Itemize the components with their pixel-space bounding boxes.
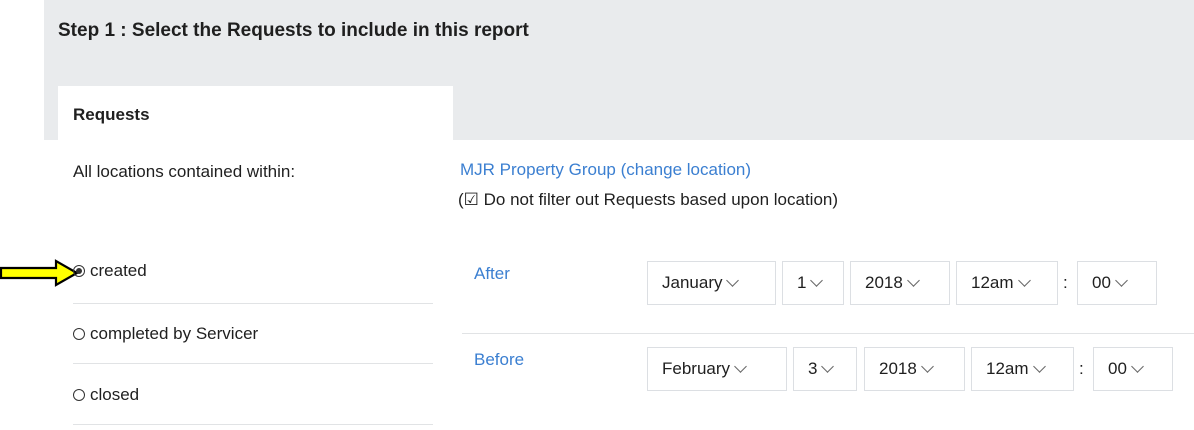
after-day-value: 1 — [797, 273, 807, 292]
after-minute-value: 00 — [1092, 273, 1111, 292]
after-month-value: January — [662, 273, 723, 292]
requests-heading: Requests — [73, 105, 150, 124]
chevron-down-icon — [734, 360, 747, 373]
chevron-down-icon — [726, 274, 740, 287]
radio-unselected-icon[interactable] — [73, 389, 85, 401]
before-label: Before — [474, 350, 525, 369]
time-separator: : — [1079, 359, 1084, 378]
after-label: After — [474, 264, 510, 283]
location-filter-note: (☑ Do not filter out Requests based upon… — [458, 190, 838, 210]
option-label: completed by Servicer — [90, 324, 259, 343]
before-day-value: 3 — [808, 359, 818, 378]
chevron-down-icon — [810, 274, 824, 287]
option-label: closed — [90, 385, 140, 404]
before-hour-select[interactable]: 12am — [971, 347, 1074, 391]
before-hour-value: 12am — [986, 359, 1029, 378]
chevron-down-icon — [1032, 360, 1046, 373]
before-year-select[interactable]: 2018 — [864, 347, 965, 391]
yellow-arrow-icon — [0, 259, 80, 287]
location-filter-text: Do not filter out Requests based upon lo… — [478, 190, 839, 209]
after-hour-select[interactable]: 12am — [956, 261, 1058, 305]
radio-option-closed[interactable]: closed — [73, 385, 139, 405]
checkbox-icon[interactable]: ☑ — [464, 190, 479, 209]
chevron-down-icon — [1017, 274, 1031, 287]
before-minute-select[interactable]: 00 — [1093, 347, 1173, 391]
after-year-value: 2018 — [865, 273, 903, 292]
requests-panel — [58, 86, 453, 430]
option-divider — [73, 363, 433, 364]
chevron-down-icon — [906, 274, 920, 287]
after-hour-value: 12am — [971, 273, 1014, 292]
after-minute-select[interactable]: 00 — [1077, 261, 1157, 305]
radio-option-completed-by-servicer[interactable]: completed by Servicer — [73, 324, 258, 344]
radio-selected-icon[interactable] — [73, 265, 85, 277]
before-year-value: 2018 — [879, 359, 917, 378]
change-location-link[interactable]: MJR Property Group (change location) — [460, 160, 751, 180]
after-month-select[interactable]: January — [647, 261, 776, 305]
chevron-down-icon — [821, 360, 835, 373]
range-divider — [462, 333, 1194, 334]
before-month-select[interactable]: February — [647, 347, 787, 391]
before-minute-value: 00 — [1108, 359, 1127, 378]
chevron-down-icon — [1131, 360, 1144, 373]
after-year-select[interactable]: 2018 — [850, 261, 950, 305]
chevron-down-icon — [1115, 274, 1128, 287]
time-separator: : — [1063, 273, 1068, 292]
option-divider — [73, 424, 433, 425]
after-day-select[interactable]: 1 — [782, 261, 844, 305]
radio-option-created[interactable]: created — [73, 261, 147, 281]
radio-unselected-icon[interactable] — [73, 328, 85, 340]
before-day-select[interactable]: 3 — [793, 347, 857, 391]
before-month-value: February — [662, 359, 731, 378]
option-divider — [73, 303, 433, 304]
location-label: All locations contained within: — [73, 162, 296, 181]
option-label: created — [90, 261, 147, 280]
chevron-down-icon — [920, 360, 934, 373]
step-title: Step 1 : Select the Requests to include … — [58, 20, 529, 41]
